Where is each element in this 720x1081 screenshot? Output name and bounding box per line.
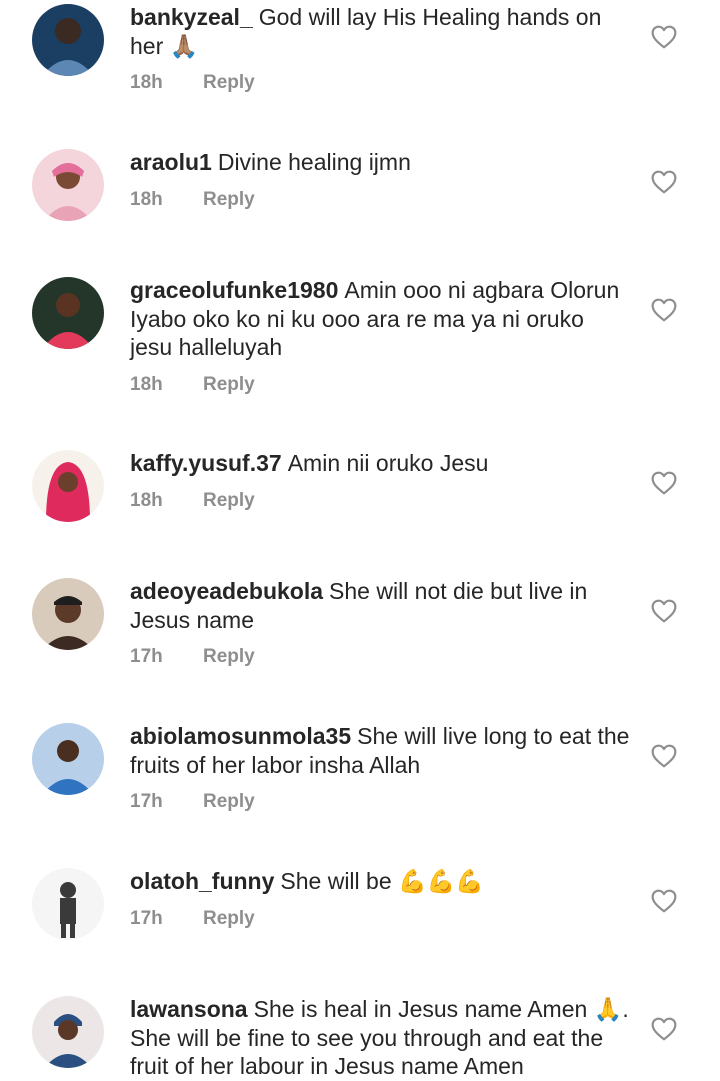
reply-button[interactable]: Reply bbox=[203, 374, 255, 395]
comment-meta: 18h Reply bbox=[130, 374, 630, 396]
comment-text-block: lawansona She is heal in Jesus name Amen … bbox=[130, 995, 630, 1081]
like-heart-icon[interactable] bbox=[651, 744, 677, 768]
reply-button[interactable]: Reply bbox=[203, 189, 255, 210]
comment-text: She will be 💪💪💪 bbox=[280, 868, 484, 894]
like-heart-icon[interactable] bbox=[651, 889, 677, 913]
like-heart-icon[interactable] bbox=[651, 1017, 677, 1041]
avatar[interactable] bbox=[32, 996, 104, 1068]
reply-button[interactable]: Reply bbox=[203, 72, 255, 93]
like-heart-icon[interactable] bbox=[651, 599, 677, 623]
reply-button[interactable]: Reply bbox=[203, 490, 255, 511]
comment-meta: 18h Reply bbox=[130, 189, 630, 211]
comment-time: 17h bbox=[130, 791, 163, 812]
comment-time: 18h bbox=[130, 72, 163, 93]
comment-text-block: araolu1 Divine healing ijmn bbox=[130, 148, 630, 177]
comment-username[interactable]: araolu1 bbox=[130, 149, 212, 175]
like-heart-icon[interactable] bbox=[651, 25, 677, 49]
comment-text-block: abiolamosunmola35 She will live long to e… bbox=[130, 722, 630, 779]
avatar[interactable] bbox=[32, 578, 104, 650]
comment-text-block: graceolufunke1980 Amin ooo ni agbara Olor… bbox=[130, 276, 630, 362]
comment-username[interactable]: bankyzeal_ bbox=[130, 4, 253, 30]
like-heart-icon[interactable] bbox=[651, 471, 677, 495]
reply-button[interactable]: Reply bbox=[203, 908, 255, 929]
comment-text: Divine healing ijmn bbox=[217, 149, 411, 175]
like-heart-icon[interactable] bbox=[651, 298, 677, 322]
avatar[interactable] bbox=[32, 149, 104, 221]
reply-button[interactable]: Reply bbox=[203, 791, 255, 812]
comment-time: 17h bbox=[130, 646, 163, 667]
comment-meta: 17h Reply bbox=[130, 646, 630, 668]
comment-username[interactable]: adeoyeadebukola bbox=[130, 578, 323, 604]
comment-meta: 18h Reply bbox=[130, 490, 630, 512]
comment-username[interactable]: abiolamosunmola35 bbox=[130, 723, 351, 749]
avatar[interactable] bbox=[32, 4, 104, 76]
comment-username[interactable]: lawansona bbox=[130, 996, 248, 1022]
comment-time: 18h bbox=[130, 489, 163, 511]
comment-username[interactable]: olatoh_funny bbox=[130, 868, 274, 894]
comment-username[interactable]: kaffy.yusuf.37 bbox=[130, 450, 282, 476]
comment-text-block: olatoh_funny She will be 💪💪💪 bbox=[130, 867, 630, 896]
comment-username[interactable]: graceolufunke1980 bbox=[130, 277, 338, 303]
comment-meta: 17h Reply bbox=[130, 908, 630, 930]
comment-time: 18h bbox=[130, 373, 163, 395]
like-heart-icon[interactable] bbox=[651, 170, 677, 194]
avatar[interactable] bbox=[32, 277, 104, 349]
avatar[interactable] bbox=[32, 868, 104, 940]
comment-meta: 18h Reply bbox=[130, 72, 630, 94]
comment-text: Amin nii oruko Jesu bbox=[287, 450, 489, 476]
comment-text-block: adeoyeadebukola She will not die but live… bbox=[130, 577, 630, 634]
comment-time: 18h bbox=[130, 188, 163, 210]
comment-text-block: bankyzeal_ God will lay His Healing hands… bbox=[130, 3, 630, 60]
comment-text-block: kaffy.yusuf.37 Amin nii oruko Jesu bbox=[130, 449, 630, 478]
avatar[interactable] bbox=[32, 450, 104, 522]
comment-time: 17h bbox=[130, 907, 163, 929]
reply-button[interactable]: Reply bbox=[203, 646, 255, 667]
avatar[interactable] bbox=[32, 723, 104, 795]
comment-meta: 17h Reply bbox=[130, 791, 630, 813]
